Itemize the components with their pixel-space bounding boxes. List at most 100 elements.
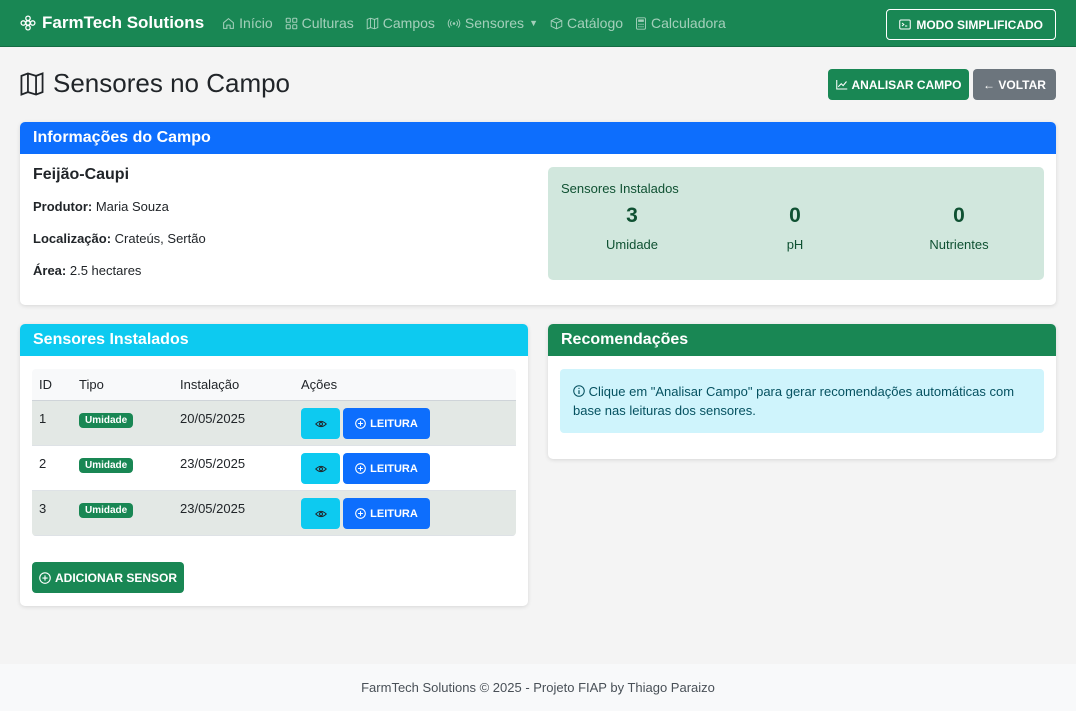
- stat-value: 0: [953, 204, 965, 227]
- reading-label: LEITURA: [370, 507, 418, 520]
- stat-label: pH: [786, 237, 804, 252]
- back-button[interactable]: ← VOLTAR: [973, 69, 1056, 100]
- location-value: Crateús, Sertão: [114, 231, 206, 246]
- eye-icon: [314, 510, 327, 517]
- installed-sensors-summary: Sensores Instalados 3 Umidade 0 pH 0 Nut…: [548, 167, 1044, 280]
- table-row: 1 Umidade 20/05/2025 LEITURA: [32, 401, 516, 446]
- location-line: Localização: Crateús, Sertão: [33, 231, 206, 246]
- plus-circle-icon: [39, 571, 51, 584]
- area-line: Área: 2.5 hectares: [33, 263, 141, 278]
- eye-icon: [314, 465, 327, 472]
- col-tipo: Tipo: [79, 377, 104, 392]
- add-reading-button[interactable]: LEITURA: [343, 453, 430, 484]
- sensor-id: 3: [39, 501, 47, 516]
- grid-icon: [285, 17, 297, 29]
- nav-item-sensores[interactable]: Sensores ▼: [447, 15, 538, 31]
- page-title-text: Sensores no Campo: [53, 68, 291, 98]
- brand-link[interactable]: FarmTech Solutions: [20, 13, 204, 33]
- nav-item-catalogo[interactable]: Catálogo: [550, 15, 623, 31]
- recommendations-header: Recomendações: [548, 324, 1056, 356]
- nav-item-culturas[interactable]: Culturas: [285, 15, 354, 31]
- house-icon: [223, 17, 235, 29]
- nav-label-campos: Campos: [382, 15, 435, 31]
- add-sensor-label: ADICIONAR SENSOR: [54, 570, 177, 585]
- crop-name: Feijão-Caupi: [33, 166, 130, 183]
- footer: FarmTech Solutions © 2025 - Projeto FIAP…: [0, 664, 1076, 711]
- installed-sensors-title: Sensores Instalados: [561, 181, 679, 196]
- producer-value: Maria Souza: [95, 199, 169, 214]
- table-header: ID Tipo Instalação Ações: [32, 369, 516, 401]
- nav-label-calculadora: Calculadora: [651, 15, 726, 31]
- col-acoes: Ações: [301, 377, 338, 392]
- graph-up-icon: [835, 80, 847, 90]
- stat-ph: 0 pH: [735, 204, 855, 252]
- sensors-table: ID Tipo Instalação Ações 1 Umidade 20/05…: [32, 369, 516, 536]
- nav-label-catalogo: Catálogo: [566, 15, 624, 31]
- recommendations-card: Recomendações Clique em "Analisar Campo"…: [548, 324, 1056, 459]
- add-reading-button[interactable]: LEITURA: [343, 498, 430, 529]
- plus-circle-icon: [355, 463, 366, 474]
- area-label: Área:: [33, 263, 67, 278]
- sensors-card: Sensores Instalados ID Tipo Instalação A…: [20, 324, 528, 606]
- stat-label: Umidade: [605, 237, 659, 252]
- info-circle-icon: [573, 385, 585, 397]
- nav-label-inicio: Início: [239, 15, 273, 31]
- stat-value: 0: [789, 204, 801, 227]
- col-instalacao: Instalação: [180, 377, 240, 392]
- map-icon: [20, 71, 44, 96]
- caret-down-icon: ▼: [529, 18, 538, 28]
- sensor-date: 20/05/2025: [180, 411, 246, 426]
- producer-line: Produtor: Maria Souza: [33, 199, 169, 214]
- brand-name: FarmTech Solutions: [42, 13, 205, 32]
- plus-circle-icon: [355, 508, 366, 519]
- sensors-header: Sensores Instalados: [20, 324, 528, 356]
- view-sensor-button[interactable]: [301, 453, 340, 484]
- nav-label-sensores: Sensores: [464, 15, 525, 31]
- nav-label-culturas: Culturas: [301, 15, 354, 31]
- recommendations-message: Clique em "Analisar Campo" para gerar re…: [573, 384, 1015, 418]
- sensor-type-badge: Umidade: [79, 503, 134, 518]
- back-label: ← VOLTAR: [983, 77, 1046, 92]
- area-value: 2.5 hectares: [69, 263, 142, 278]
- analyze-field-button[interactable]: ANALISAR CAMPO: [828, 69, 969, 100]
- add-sensor-button[interactable]: ADICIONAR SENSOR: [32, 562, 184, 593]
- table-row: 2 Umidade 23/05/2025 LEITURA: [32, 446, 516, 491]
- view-sensor-button[interactable]: [301, 498, 340, 529]
- terminal-icon: [899, 19, 912, 30]
- flower-icon: [20, 15, 36, 31]
- box-icon: [550, 17, 563, 29]
- sensor-date: 23/05/2025: [180, 456, 246, 471]
- stat-nutrientes: 0 Nutrientes: [899, 204, 1019, 252]
- sensor-id: 2: [39, 456, 47, 471]
- location-label: Localização:: [33, 231, 112, 246]
- stat-value: 3: [626, 204, 638, 227]
- nav-item-inicio[interactable]: Início: [222, 15, 273, 31]
- sensor-type-badge: Umidade: [79, 413, 134, 428]
- nav-item-campos[interactable]: Campos: [366, 15, 435, 31]
- sensor-date: 23/05/2025: [180, 501, 246, 516]
- simplified-mode-button[interactable]: MODO SIMPLIFICADO: [886, 9, 1056, 40]
- field-info-card: Informações do Campo Feijão-Caupi Produt…: [20, 122, 1056, 305]
- producer-label: Produtor:: [33, 199, 93, 214]
- simplified-mode-label: MODO SIMPLIFICADO: [916, 17, 1043, 32]
- stat-label: Nutrientes: [929, 237, 989, 252]
- view-sensor-button[interactable]: [301, 408, 340, 439]
- page-title: Sensores no Campo: [19, 68, 290, 99]
- sensor-id: 1: [39, 411, 47, 426]
- footer-text: FarmTech Solutions © 2025 - Projeto FIAP…: [361, 680, 715, 695]
- nav-item-calculadora[interactable]: Calculadora: [635, 15, 726, 31]
- map-icon: [366, 17, 379, 29]
- stat-umidade: 3 Umidade: [572, 204, 692, 252]
- sensor-type-badge: Umidade: [79, 458, 134, 473]
- add-reading-button[interactable]: LEITURA: [343, 408, 430, 439]
- reading-label: LEITURA: [370, 417, 418, 430]
- plus-circle-icon: [355, 418, 366, 429]
- navbar: FarmTech Solutions Início Culturas Campo…: [0, 0, 1076, 47]
- field-info-header: Informações do Campo: [20, 122, 1056, 154]
- table-row: 3 Umidade 23/05/2025 LEITURA: [32, 491, 516, 536]
- reading-label: LEITURA: [370, 462, 418, 475]
- calculator-icon: [636, 16, 646, 30]
- eye-icon: [314, 420, 327, 427]
- analyze-field-label: ANALISAR CAMPO: [851, 77, 962, 92]
- recommendations-alert: Clique em "Analisar Campo" para gerar re…: [560, 369, 1044, 433]
